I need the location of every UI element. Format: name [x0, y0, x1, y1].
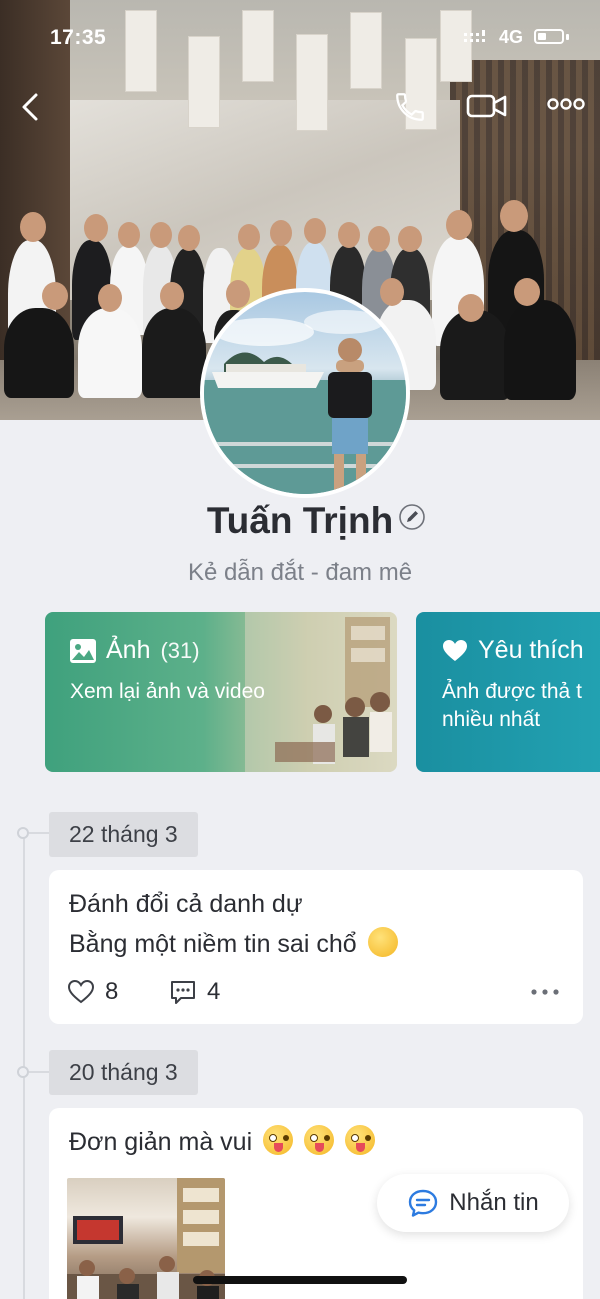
message-button[interactable]: Nhắn tin	[377, 1174, 569, 1232]
date-chip: 22 tháng 3	[49, 812, 198, 857]
phone-icon[interactable]	[393, 90, 427, 124]
favorites-subtitle-line1: Ảnh được thả t	[442, 680, 582, 703]
comment-count: 4	[207, 978, 221, 1005]
post-text: Đơn giản mà vui	[69, 1122, 376, 1162]
timeline-dot	[17, 1066, 29, 1078]
image-icon	[70, 638, 96, 663]
post-text: Đánh đổi cả danh dự Bằng một niềm tin sa…	[69, 884, 398, 964]
home-indicator[interactable]	[193, 1276, 407, 1284]
date-chip: 20 tháng 3	[49, 1050, 198, 1095]
favorites-card-title: Yêu thích	[442, 636, 584, 665]
profile-name: Tuấn Trịnh	[206, 500, 394, 541]
like-count: 8	[105, 978, 119, 1005]
avatar[interactable]	[200, 288, 410, 498]
photos-title: Ảnh	[106, 636, 151, 664]
more-options-icon[interactable]	[547, 97, 585, 111]
edit-icon[interactable]	[398, 503, 426, 531]
profile-name-row: Tuấn Trịnh	[0, 500, 600, 542]
post-text-line1: Đánh đổi cả danh dự	[69, 890, 303, 918]
signal-icon	[464, 30, 485, 42]
heart-icon	[443, 639, 467, 661]
tongue-wink-emoji-icon	[263, 1125, 294, 1155]
tongue-wink-emoji-icon	[304, 1125, 335, 1155]
favorites-subtitle-line2: nhiều nhất	[442, 708, 541, 731]
profile-bio: Kẻ dẫn đắt - đam mê	[187, 559, 413, 586]
photos-card-title: Ảnh (31)	[70, 636, 200, 665]
back-icon[interactable]	[20, 92, 40, 122]
post-text-line1: Đơn giản mà vui	[69, 1128, 253, 1156]
status-bar: 17:35 4G	[0, 0, 600, 70]
network-type: 4G	[499, 27, 524, 47]
profile-screen: 17:35 4G Tuấn Trịnh Kẻ dẫn đắt - đam mê …	[0, 0, 600, 1299]
photos-subtitle: Xem lại ảnh và video	[70, 680, 265, 703]
message-button-label: Nhắn tin	[449, 1189, 539, 1216]
timeline-post[interactable]: Đánh đổi cả danh dự Bằng một niềm tin sa…	[49, 870, 583, 1024]
timeline-dot	[17, 827, 29, 839]
battery-icon	[534, 29, 564, 44]
comment-button[interactable]: 4	[169, 978, 220, 1006]
post-text-line2-wrap: Bằng một niềm tin sai chổ	[69, 924, 398, 964]
like-button[interactable]: 8	[67, 978, 118, 1006]
post-text-line2: Bằng một niềm tin sai chổ	[69, 930, 357, 958]
favorites-title: Yêu thích	[478, 636, 584, 664]
like-icon	[67, 979, 95, 1004]
post-more-icon[interactable]	[531, 989, 559, 995]
favorites-card[interactable]: Yêu thích Ảnh được thả t nhiều nhất	[416, 612, 600, 772]
photos-count: (31)	[160, 637, 200, 663]
favorites-subtitle: Ảnh được thả t nhiều nhất	[442, 678, 582, 734]
comment-icon	[171, 981, 195, 1004]
smile-emoji-icon	[367, 927, 398, 957]
video-call-icon[interactable]	[466, 90, 508, 122]
message-icon	[409, 1189, 438, 1217]
status-time: 17:35	[50, 26, 107, 49]
avatar-photo	[204, 310, 406, 494]
tongue-wink-emoji-icon	[345, 1125, 376, 1155]
photos-card[interactable]: Ảnh (31) Xem lại ảnh và video	[45, 612, 397, 772]
